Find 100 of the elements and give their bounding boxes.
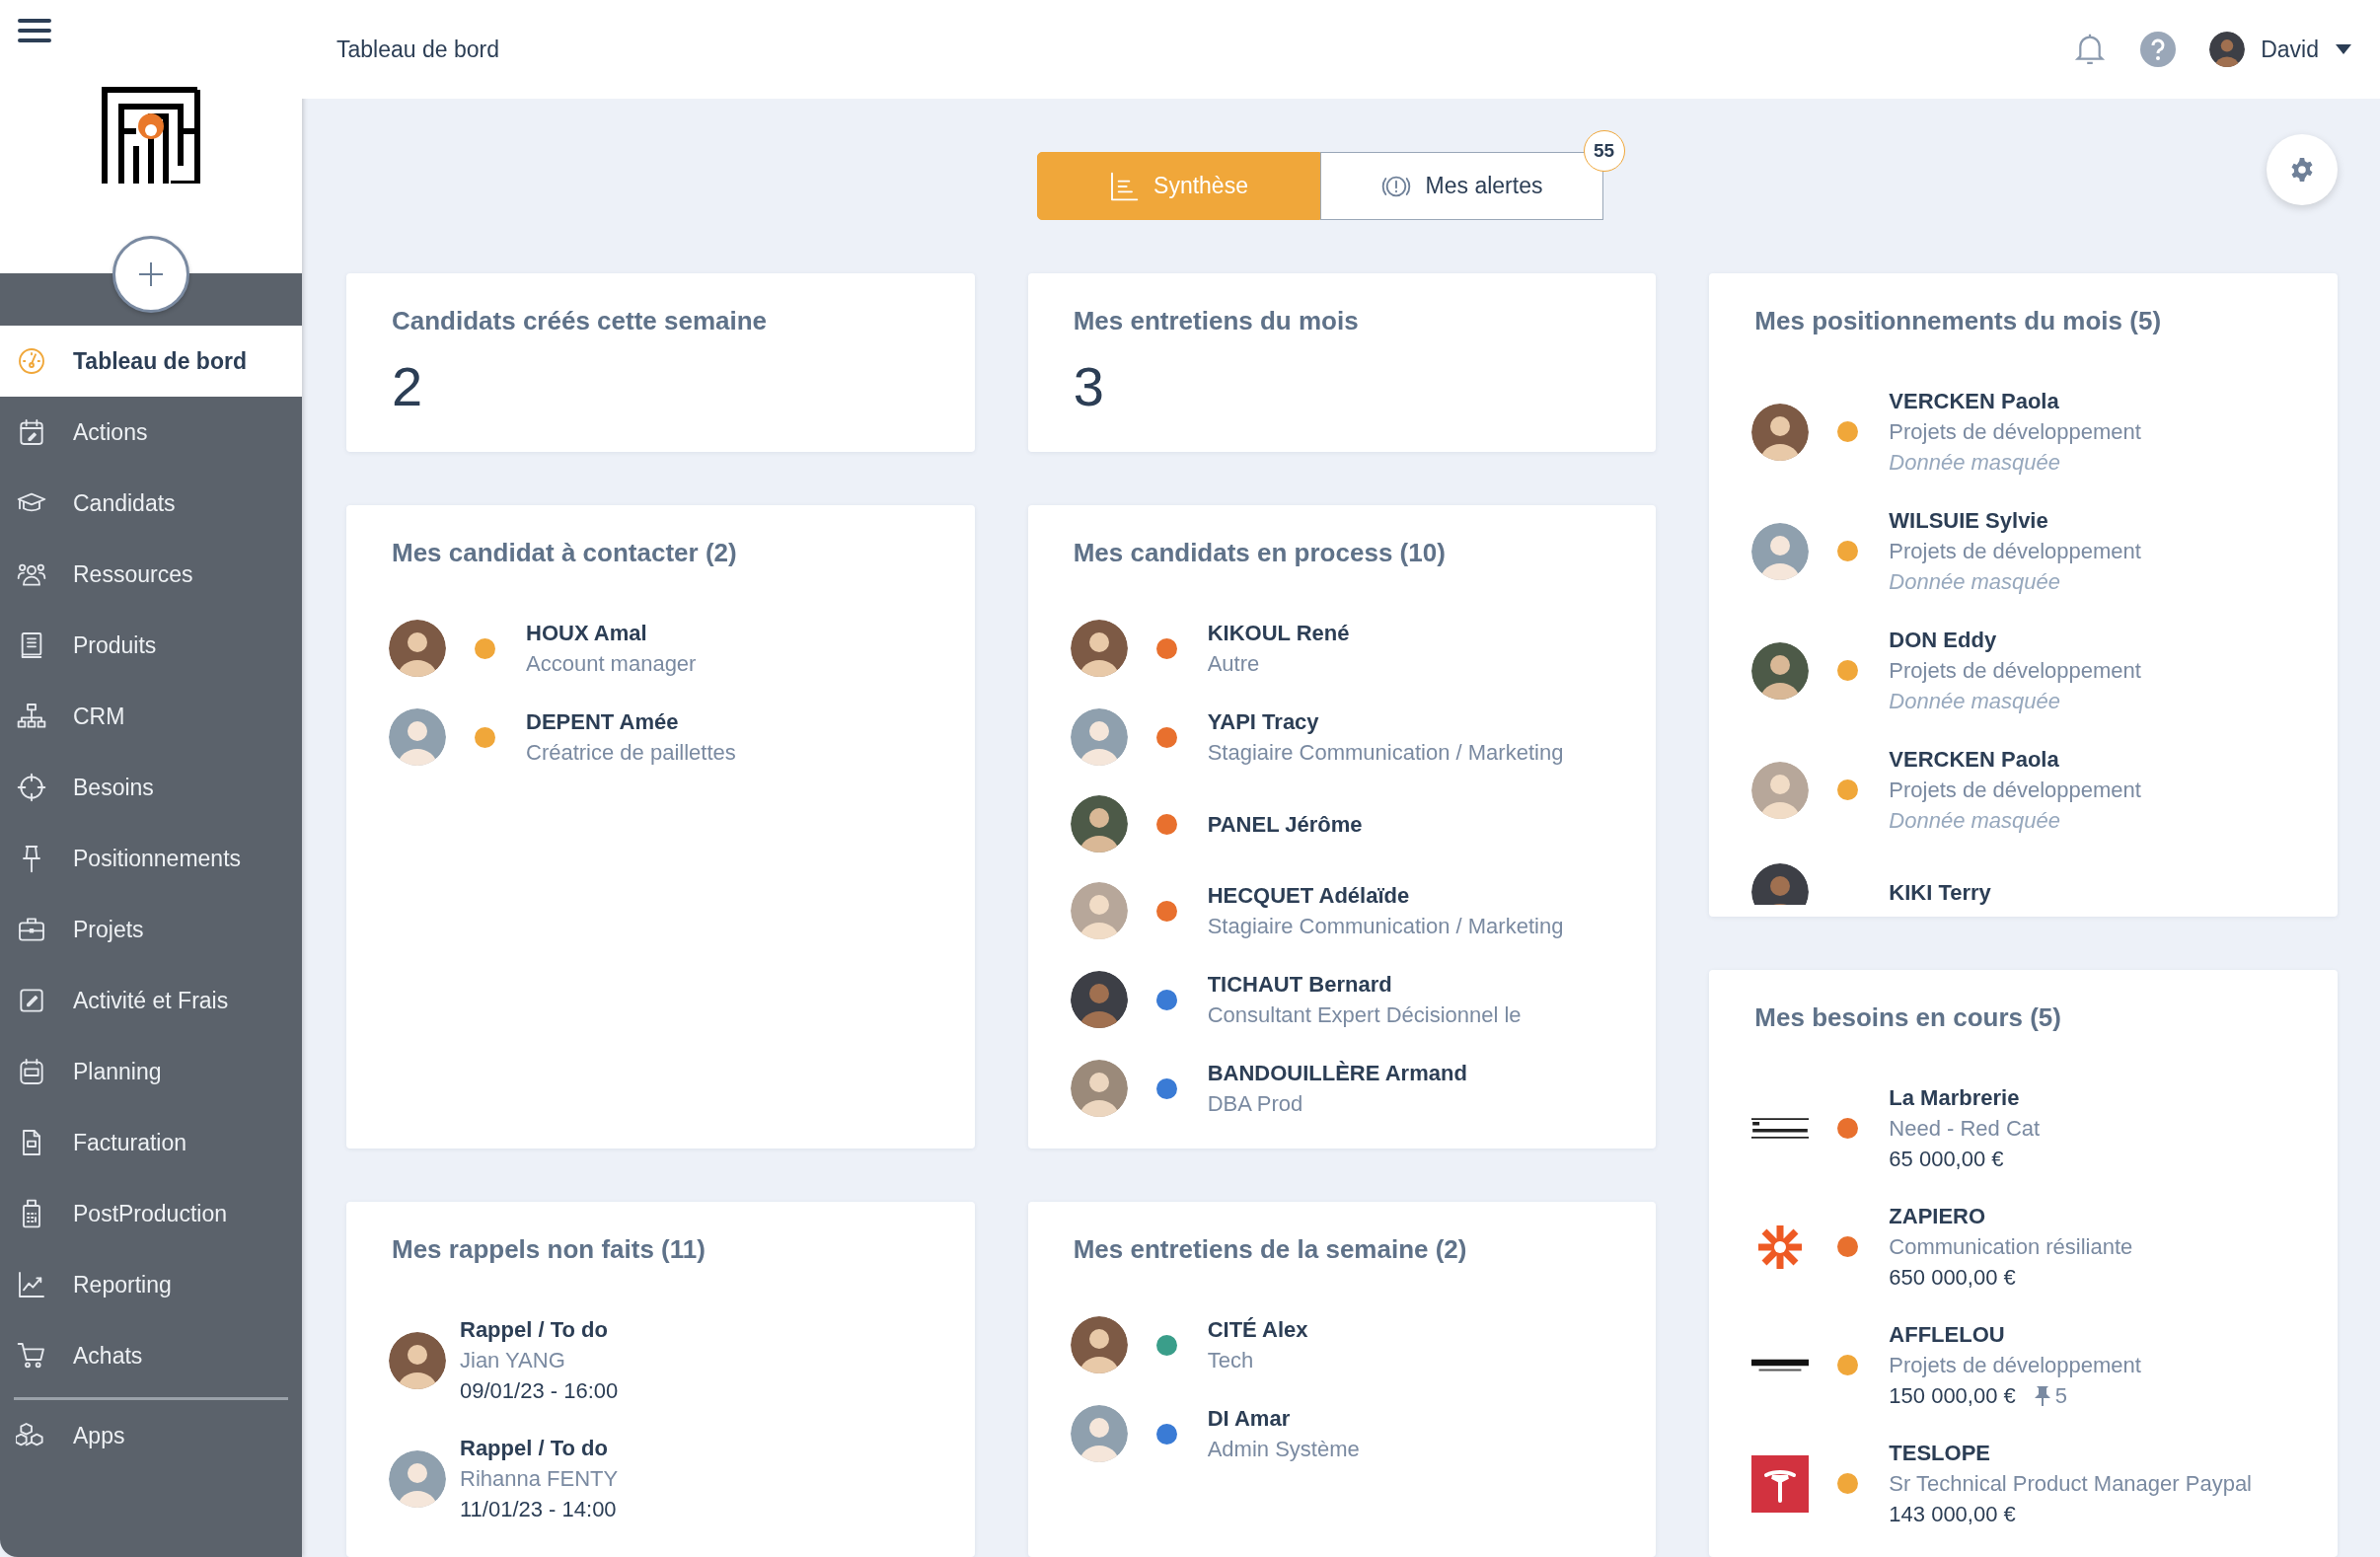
pin-icon xyxy=(2033,1384,2051,1407)
avatar xyxy=(1070,620,1128,677)
nav-item[interactable]: Reporting xyxy=(0,1249,302,1320)
help-icon[interactable] xyxy=(2140,32,2177,67)
avatar xyxy=(1751,522,1810,580)
settings-button[interactable] xyxy=(2267,134,2338,205)
job-title: Tech xyxy=(1207,1347,1255,1374)
nav-item[interactable]: Positionnements xyxy=(0,823,302,894)
masked-data-note: Donnée masquée xyxy=(1889,807,2061,835)
need-title: Need - Red Cat xyxy=(1889,1115,2041,1143)
avatar xyxy=(1751,403,1810,461)
card-title: Mes besoins en cours (5) xyxy=(1754,1002,2062,1032)
menu-icon[interactable] xyxy=(18,18,51,43)
job-title: Projets de développement xyxy=(1889,418,2141,446)
company-logo xyxy=(1751,1454,1810,1513)
count-badge: 55 xyxy=(1583,130,1625,172)
person-name: DON Eddy xyxy=(1889,627,1998,654)
nav-item[interactable]: Besoins xyxy=(0,752,302,823)
person-name: KIKOUL René xyxy=(1207,620,1350,647)
target-icon xyxy=(16,772,47,803)
card-title: Mes rappels non faits (11) xyxy=(392,1234,707,1264)
add-button[interactable] xyxy=(112,236,189,313)
avatar xyxy=(1070,1060,1128,1117)
avatar xyxy=(1751,863,1810,905)
contact-name: Rihanna FENTY xyxy=(460,1465,619,1493)
avatar xyxy=(1070,882,1128,939)
page-title: Tableau de bord xyxy=(336,36,500,63)
nav-item[interactable]: PostProduction xyxy=(0,1178,302,1249)
settings-icon xyxy=(2289,157,2315,183)
nav-item[interactable]: Activité et Frais xyxy=(0,965,302,1036)
person-name: DEPENT Amée xyxy=(526,708,680,736)
avatar xyxy=(1070,971,1128,1028)
person-name: WILSUIE Sylvie xyxy=(1889,507,2049,535)
avatar xyxy=(389,1449,446,1508)
nav-item[interactable]: Ressources xyxy=(0,539,302,610)
card-title: Mes entretiens de la semaine (2) xyxy=(1073,1234,1468,1264)
need-title: Projets de développement xyxy=(1889,1352,2141,1379)
avatar xyxy=(2209,32,2246,67)
nav-item[interactable]: Apps xyxy=(0,1400,302,1471)
gauge-icon xyxy=(16,345,47,377)
reminder-date: 11/01/23 - 14:00 xyxy=(460,1496,618,1523)
person-name: VERCKEN Paola xyxy=(1889,388,2060,415)
job-title: Projets de développement xyxy=(1889,657,2141,685)
person-name: TICHAUT Bernard xyxy=(1207,971,1393,999)
need-title: Communication résiliante xyxy=(1889,1233,2133,1261)
job-title: Consultant Expert Décisionnel le xyxy=(1207,1001,1522,1029)
card-title: Mes positionnements du mois (5) xyxy=(1754,306,2163,335)
need-title: Sr Technical Product Manager Paypal xyxy=(1889,1470,2252,1498)
line-chart-icon xyxy=(16,1269,47,1300)
nav-item[interactable]: Planning xyxy=(0,1036,302,1107)
caret-icon xyxy=(2335,43,2352,55)
card-title: Mes entretiens du mois xyxy=(1073,306,1360,335)
company-logo xyxy=(1751,1359,1810,1372)
masked-data-note: Donnée masquée xyxy=(1889,568,2061,596)
amount: 150 000,00 € xyxy=(1889,1382,2016,1410)
job-title: Autre xyxy=(1207,650,1261,678)
nav-item[interactable]: Projets xyxy=(0,894,302,965)
company-name: ZAPIERO xyxy=(1889,1203,1987,1230)
avatar xyxy=(389,620,446,677)
job-title: Account manager xyxy=(526,650,697,678)
card-title: Mes candidat à contacter (2) xyxy=(392,538,738,567)
person-name: HOUX Amal xyxy=(526,620,648,647)
avatar xyxy=(1070,1316,1128,1373)
avatar xyxy=(1070,1405,1128,1462)
user-menu[interactable]: David xyxy=(2209,32,2352,67)
nav-item[interactable]: Tableau de bord xyxy=(0,326,302,397)
job-title: Admin Système xyxy=(1207,1436,1360,1463)
stat-value: 3 xyxy=(1073,357,1105,416)
person-name: PANEL Jérôme xyxy=(1207,810,1363,839)
nav-item[interactable]: CRM xyxy=(0,681,302,752)
job-title: Projets de développement xyxy=(1889,777,2141,804)
nav-item[interactable]: Actions xyxy=(0,397,302,468)
job-title: Stagiaire Communication / Marketing xyxy=(1207,913,1564,940)
avatar xyxy=(389,1331,446,1389)
company-name: La Marbrerie xyxy=(1889,1084,2021,1112)
avatar xyxy=(1751,641,1810,700)
masked-data-note: Donnée masquée xyxy=(1889,688,2061,715)
company-name: TESLOPE xyxy=(1889,1440,1991,1467)
job-title: Stagiaire Communication / Marketing xyxy=(1207,739,1564,767)
reminder-type: Rappel / To do xyxy=(460,1316,609,1344)
plus-icon xyxy=(138,261,164,287)
person-name: VERCKEN Paola xyxy=(1889,746,2060,774)
company-name: AFFLELOU xyxy=(1889,1321,2006,1349)
nav-item[interactable]: Achats xyxy=(0,1320,302,1391)
masked-data-note: Donnée masquée xyxy=(1889,449,2061,477)
nav-item[interactable]: Produits xyxy=(0,610,302,681)
job-title: Créatrice de paillettes xyxy=(526,739,736,767)
person-name: CITÉ Alex xyxy=(1207,1316,1308,1344)
person-name: YAPI Tracy xyxy=(1207,708,1320,736)
avatar xyxy=(1070,708,1128,766)
card-title: Mes candidats en process (10) xyxy=(1073,538,1447,567)
avatar xyxy=(1751,761,1810,819)
amount: 143 000,00 € xyxy=(1889,1501,2016,1528)
bell-icon[interactable] xyxy=(2073,32,2108,67)
amount: 650 000,00 € xyxy=(1889,1264,2016,1292)
person-name: KIKI Terry xyxy=(1889,878,1991,905)
nav-item[interactable]: Candidats xyxy=(0,468,302,539)
nav-item[interactable]: Facturation xyxy=(0,1107,302,1178)
stat-value: 2 xyxy=(392,357,424,416)
avatar xyxy=(1070,795,1128,853)
